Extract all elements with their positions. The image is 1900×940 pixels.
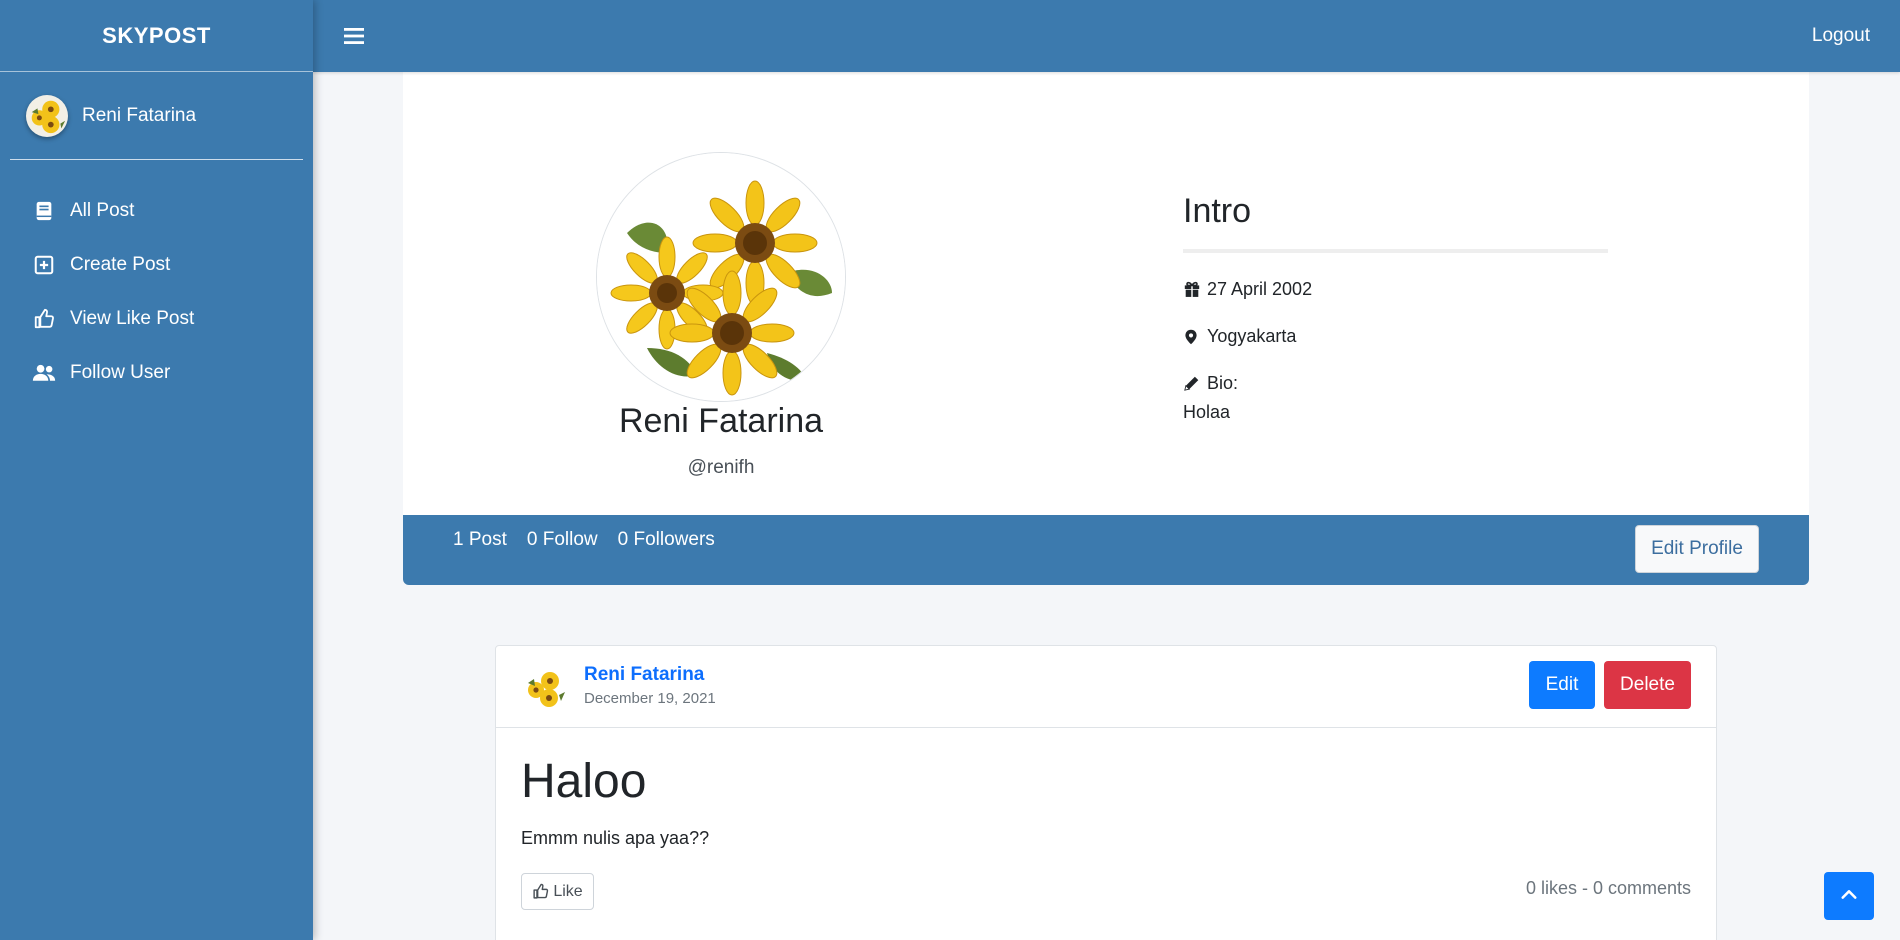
plus-square-icon — [32, 253, 56, 277]
brand-logo[interactable]: SKYPOST — [0, 0, 313, 72]
bio-text: Holaa — [1183, 402, 1231, 422]
topbar: Logout — [313, 0, 1900, 72]
profile-handle: @renifh — [687, 457, 755, 478]
intro-section: Intro 27 April 2002 Yogyakarta Bio: Hola… — [1183, 192, 1608, 423]
profile-name: Reni Fatarina — [618, 402, 824, 440]
sidebar-item-label: Create Post — [70, 254, 171, 275]
sidebar-item-label: All Post — [70, 200, 135, 221]
sidebar-item-view-like-post[interactable]: View Like Post — [32, 292, 299, 346]
profile-stats: 1 Post 0 Follow 0 Followers — [453, 529, 735, 551]
location-row: Yogyakarta — [1183, 326, 1608, 347]
post-author-link[interactable]: Reni Fatarina — [584, 664, 704, 686]
sidebar-username: Reni Fatarina — [82, 104, 197, 126]
pencil-icon — [1183, 374, 1203, 394]
followers-count[interactable]: 0 Followers — [618, 529, 715, 551]
edit-profile-button[interactable]: Edit Profile — [1635, 525, 1759, 573]
menu-toggle-icon[interactable] — [341, 23, 367, 49]
bio-label: Bio: — [1207, 373, 1239, 393]
book-icon — [32, 199, 56, 223]
post-date: December 19, 2021 — [584, 690, 716, 707]
post-card: Reni Fatarina December 19, 2021 Edit Del… — [495, 645, 1717, 940]
profile-card: Reni Fatarina @renifh Intro 27 April 200… — [403, 72, 1809, 515]
thumbs-up-icon — [32, 307, 56, 331]
post-header: Reni Fatarina December 19, 2021 Edit Del… — [496, 646, 1716, 728]
sidebar-item-label: Follow User — [70, 362, 171, 383]
thumbs-up-icon — [532, 883, 549, 900]
post-title: Haloo — [521, 755, 647, 808]
delete-post-button[interactable]: Delete — [1604, 661, 1691, 709]
post-body: Emmm nulis apa yaa?? — [521, 828, 710, 848]
like-button[interactable]: Like — [521, 873, 594, 910]
sidebar-user-panel[interactable]: Reni Fatarina — [10, 72, 303, 160]
sidebar: SKYPOST Reni Fatarina All Post Create Po… — [0, 0, 313, 940]
birthday-text: 27 April 2002 — [1207, 279, 1313, 299]
posts-count[interactable]: 1 Post — [453, 529, 507, 551]
bio-row: Bio: — [1183, 373, 1608, 394]
sidebar-nav: All Post Create Post View Like Post Foll… — [0, 184, 313, 400]
edit-post-button[interactable]: Edit — [1529, 661, 1595, 709]
profile-avatar — [596, 152, 846, 402]
profile-stats-bar: 1 Post 0 Follow 0 Followers Edit Profile — [403, 515, 1809, 585]
logout-link[interactable]: Logout — [1812, 25, 1870, 47]
sidebar-item-create-post[interactable]: Create Post — [32, 238, 299, 292]
location-text: Yogyakarta — [1207, 326, 1297, 346]
birthday-row: 27 April 2002 — [1183, 279, 1608, 300]
chevron-up-icon — [1840, 885, 1858, 908]
avatar — [26, 94, 68, 137]
sidebar-item-follow-user[interactable]: Follow User — [32, 346, 299, 400]
scroll-to-top-button[interactable] — [1824, 872, 1874, 920]
post-author-avatar — [523, 667, 567, 711]
sidebar-item-label: View Like Post — [70, 308, 195, 329]
like-label: Like — [553, 882, 583, 900]
post-counts: 0 likes - 0 comments — [1525, 878, 1691, 898]
gift-icon — [1183, 280, 1203, 300]
sidebar-item-all-post[interactable]: All Post — [32, 184, 299, 238]
intro-title: Intro — [1183, 192, 1608, 253]
users-icon — [32, 361, 56, 385]
follow-count[interactable]: 0 Follow — [527, 529, 598, 551]
map-marker-icon — [1183, 327, 1203, 347]
